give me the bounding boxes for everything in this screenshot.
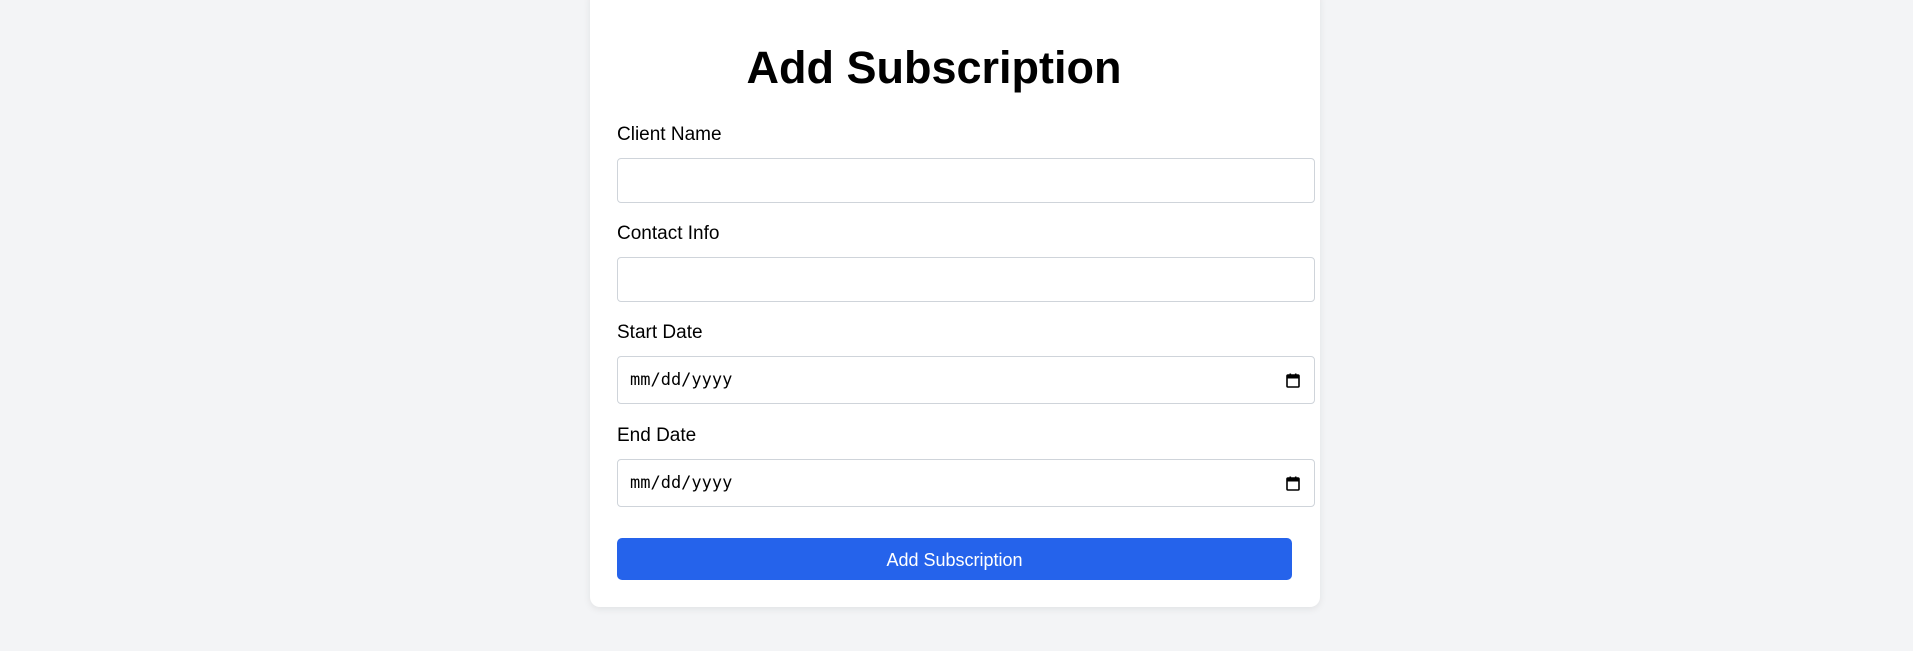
end-date-input[interactable]: mm/dd/yyyy xyxy=(617,459,1315,507)
start-date-placeholder: mm/dd/yyyy xyxy=(630,370,733,390)
client-name-input[interactable] xyxy=(617,158,1315,203)
page-title: Add Subscription xyxy=(746,42,1122,93)
contact-info-input[interactable] xyxy=(617,257,1315,302)
contact-info-label: Contact Info xyxy=(617,223,720,244)
calendar-icon[interactable] xyxy=(1286,373,1300,388)
end-date-label: End Date xyxy=(617,425,697,446)
calendar-icon[interactable] xyxy=(1286,476,1300,491)
end-date-placeholder: mm/dd/yyyy xyxy=(630,473,733,493)
start-date-input[interactable]: mm/dd/yyyy xyxy=(617,356,1315,404)
client-name-label: Client Name xyxy=(617,124,722,145)
subscription-form-card: Add Subscription Client Name Contact Inf… xyxy=(590,0,1320,607)
add-subscription-button[interactable]: Add Subscription xyxy=(617,538,1292,580)
start-date-label: Start Date xyxy=(617,322,703,343)
